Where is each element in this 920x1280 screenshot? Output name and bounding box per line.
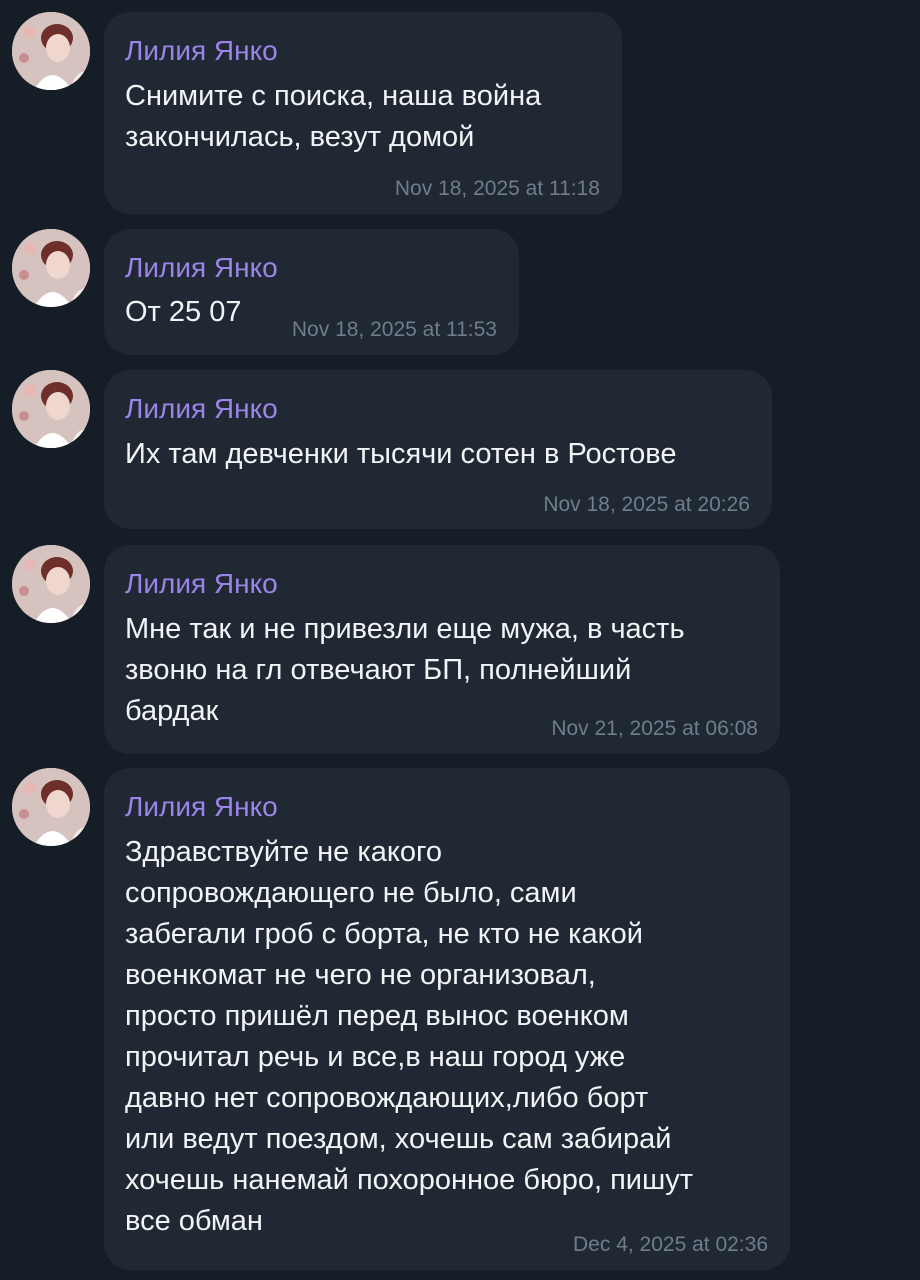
message-timestamp: Nov 18, 2025 at 11:18 bbox=[394, 177, 600, 200]
message-timestamp: Nov 21, 2025 at 06:08 bbox=[551, 717, 758, 740]
message-row: Лилия Янко От 25 07 Nov 18, 2025 at 11:5… bbox=[0, 229, 920, 355]
chat-message-list[interactable]: Лилия Янко Снимите с поиска, наша война … bbox=[0, 0, 920, 1280]
sender-avatar[interactable] bbox=[12, 229, 90, 307]
message-row: Лилия Янко Их там девченки тысячи сотен … bbox=[0, 370, 920, 529]
message-bubble[interactable]: Лилия Янко От 25 07 Nov 18, 2025 at 11:5… bbox=[104, 229, 519, 355]
message-bubble[interactable]: Лилия Янко Их там девченки тысячи сотен … bbox=[104, 370, 772, 529]
message-timestamp: Nov 18, 2025 at 11:53 bbox=[291, 318, 497, 341]
sender-name[interactable]: Лилия Янко bbox=[125, 790, 278, 824]
message-row: Лилия Янко Здравствуйте не какого сопров… bbox=[0, 768, 920, 1270]
sender-name[interactable]: Лилия Янко bbox=[125, 392, 278, 426]
sender-avatar[interactable] bbox=[12, 370, 90, 448]
message-text: От 25 07 bbox=[125, 296, 242, 328]
message-text: Их там девченки тысячи сотен в Ростове bbox=[125, 438, 677, 470]
sender-avatar[interactable] bbox=[12, 768, 90, 846]
sender-name[interactable]: Лилия Янко bbox=[125, 34, 278, 68]
message-timestamp: Dec 4, 2025 at 02:36 bbox=[573, 1233, 768, 1256]
message-row: Лилия Янко Мне так и не привезли еще муж… bbox=[0, 545, 920, 754]
message-bubble[interactable]: Лилия Янко Здравствуйте не какого сопров… bbox=[104, 768, 790, 1270]
sender-avatar[interactable] bbox=[12, 12, 90, 90]
message-bubble[interactable]: Лилия Янко Мне так и не привезли еще муж… bbox=[104, 545, 780, 754]
message-text: Снимите с поиска, наша война закончилась… bbox=[125, 80, 542, 153]
message-text: Здравствуйте не какого сопровождающего н… bbox=[125, 836, 694, 1237]
message-row: Лилия Янко Снимите с поиска, наша война … bbox=[0, 12, 920, 214]
message-bubble[interactable]: Лилия Янко Снимите с поиска, наша война … bbox=[104, 12, 622, 214]
message-timestamp: Nov 18, 2025 at 20:26 bbox=[543, 493, 750, 516]
sender-avatar[interactable] bbox=[12, 545, 90, 623]
sender-name[interactable]: Лилия Янко bbox=[125, 251, 278, 285]
sender-name[interactable]: Лилия Янко bbox=[125, 567, 278, 601]
message-text: Мне так и не привезли еще мужа, в часть … bbox=[125, 613, 685, 727]
